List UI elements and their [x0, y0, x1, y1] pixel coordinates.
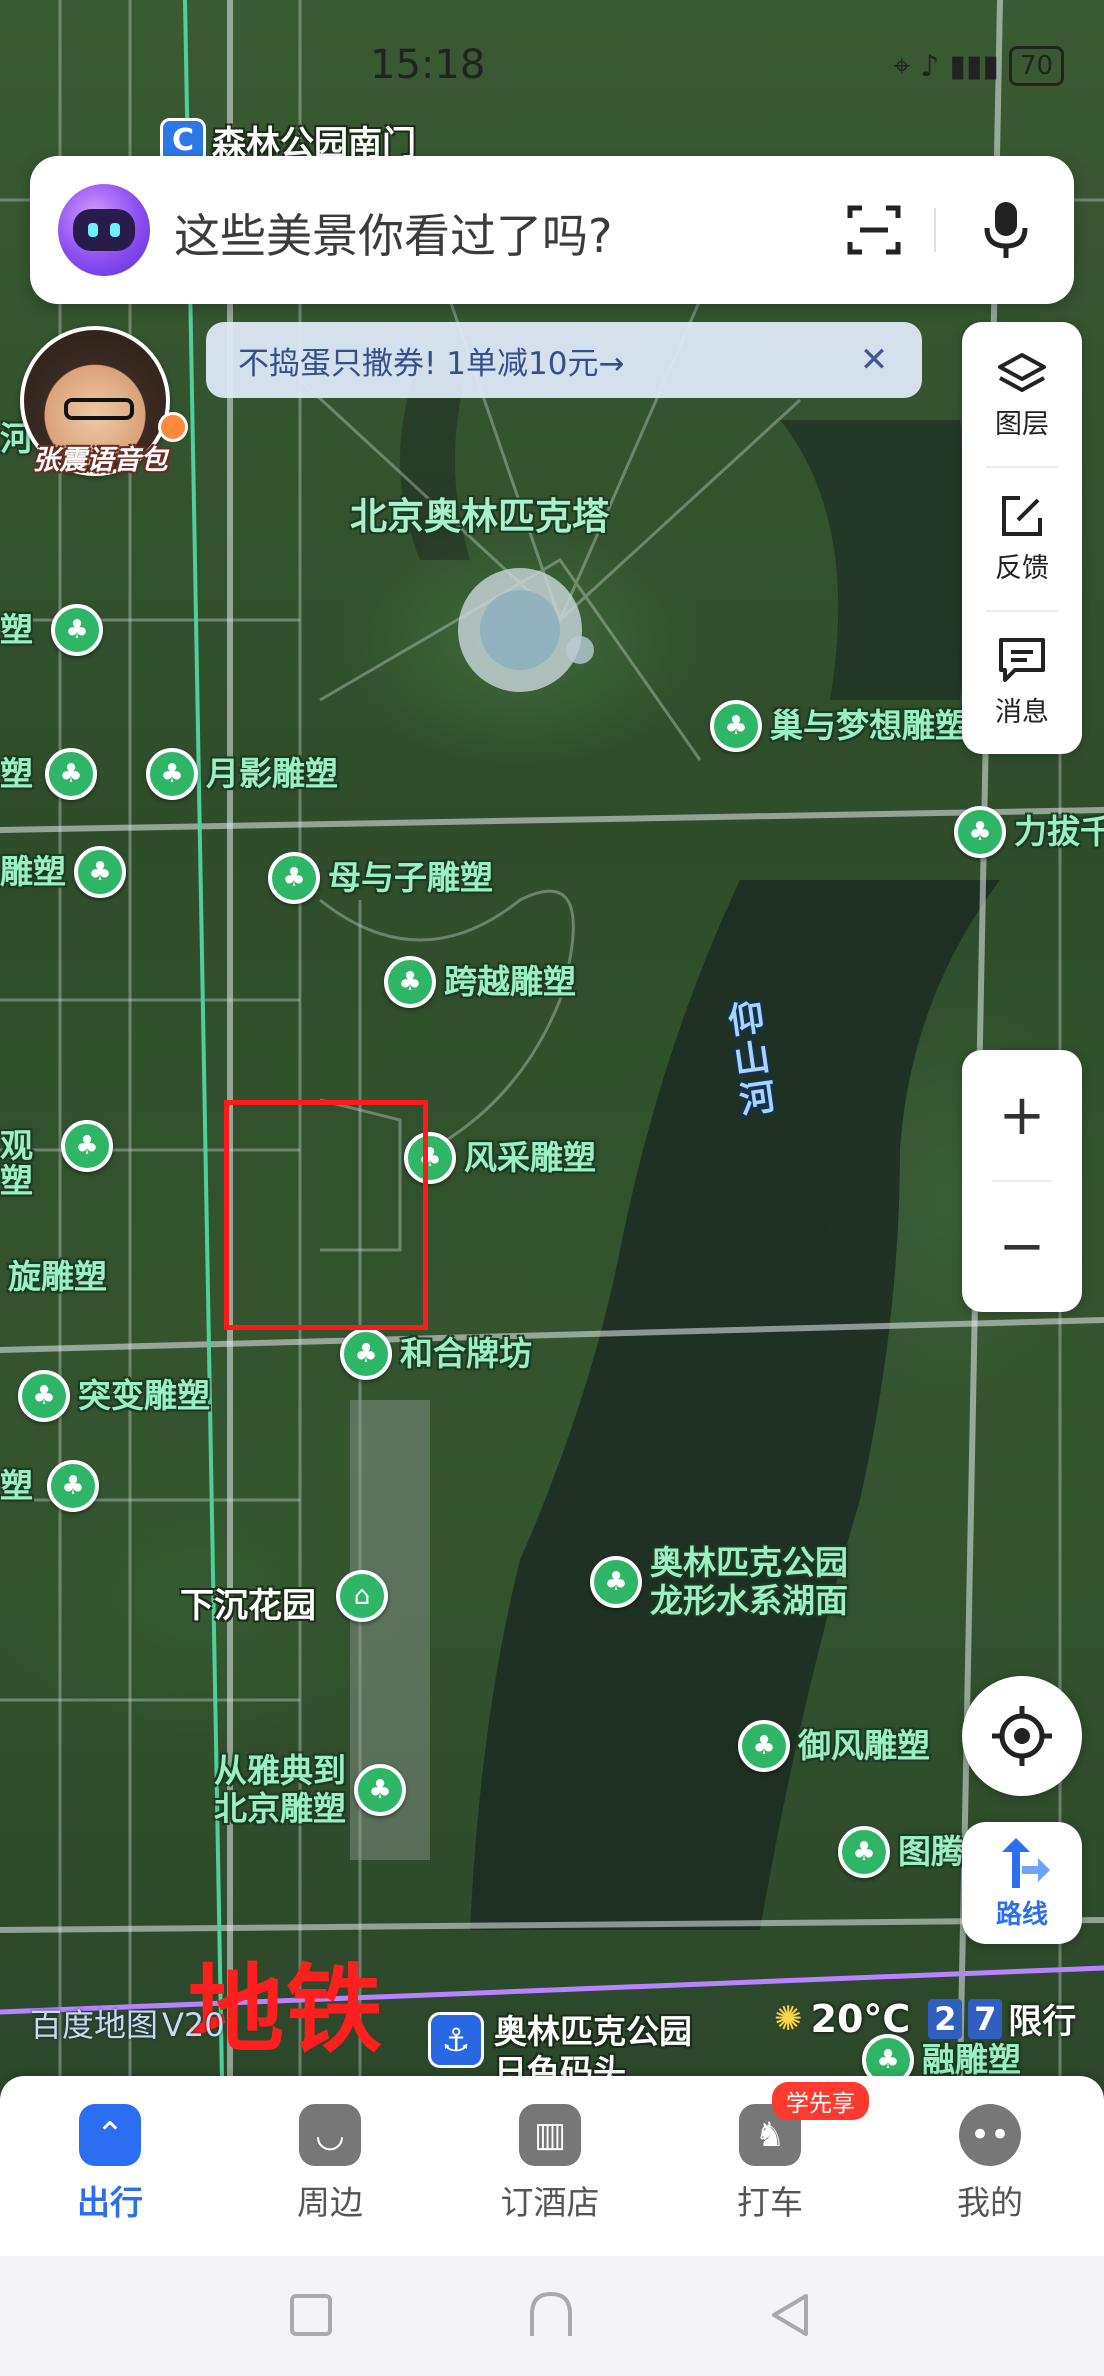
robot-icon [73, 209, 135, 251]
poi-li-ba[interactable]: ♣ 力拔千 [954, 806, 1104, 858]
recent-apps-icon[interactable] [286, 2290, 336, 2340]
locate-button[interactable] [962, 1676, 1082, 1796]
tree-icon: ♣ [738, 1720, 790, 1772]
microphone-icon [984, 202, 1028, 258]
poi-left-sculpture[interactable]: 雕塑 ♣ [0, 846, 126, 898]
route-arrow-icon [1002, 1837, 1050, 1888]
zoom-in-button[interactable]: + [962, 1050, 1082, 1181]
tree-icon: ♣ [590, 1555, 642, 1608]
hotel-icon: ▥ [519, 2104, 581, 2166]
poi-dragon-lake[interactable]: ♣ 奥林匹克公园 龙形水系湖面 [590, 1544, 848, 1620]
poi-harmony-arch[interactable]: ♣ 和合牌坊 [340, 1328, 532, 1380]
voice-pack-label: 张震语音包 [32, 445, 168, 476]
poi-pier[interactable]: ⚓ 奥林匹克公园 日色码头 [428, 2012, 692, 2080]
signal-icon: ▮▮▮ [949, 48, 999, 84]
poi-totem[interactable]: ♣ 图腾 [838, 1826, 964, 1878]
nav-hotel[interactable]: ▥ 订酒店 [470, 2104, 630, 2234]
nav-nearby[interactable]: ◡ 周边 [250, 2104, 410, 2234]
messages-button[interactable]: 消息 [962, 612, 1082, 752]
voice-pack-button[interactable]: 张震语音包 [20, 326, 188, 486]
status-icons: ⌖ ♪ ▮▮▮ 70 [893, 46, 1064, 86]
nearby-icon: ◡ [299, 2104, 361, 2166]
tree-icon: ♣ [354, 1763, 406, 1816]
profile-icon: •• [959, 2104, 1021, 2166]
weather-widget[interactable]: ✺ 20°C 2 7 限行 [774, 1994, 1076, 2043]
voice-search-button[interactable] [970, 194, 1042, 266]
tree-icon: ♣ [710, 700, 762, 752]
crosshair-icon [992, 1706, 1052, 1766]
poi-leap[interactable]: ♣ 跨越雕塑 [384, 956, 576, 1008]
back-icon[interactable] [766, 2290, 816, 2340]
poi-spin[interactable]: 旋雕塑 [8, 1258, 107, 1296]
promo-banner[interactable]: 不捣蛋只撒券! 1单减10元→ ✕ [206, 322, 922, 398]
park-icon: ⌂ [336, 1570, 388, 1622]
poi-wind-riding[interactable]: ♣ 御风雕塑 [738, 1720, 930, 1772]
mic-status-icon: ♪ [920, 48, 940, 84]
bottom-nav: ⌃ 出行 ◡ 周边 ▥ 订酒店 ♞ 打车 •• 我的 [0, 2076, 1104, 2256]
selection-box [224, 1100, 428, 1330]
location-icon: ⌖ [893, 48, 911, 84]
taxi-badge: 学先享 [772, 2082, 869, 2120]
close-icon[interactable]: ✕ [854, 340, 894, 380]
landmark-label[interactable]: 北京奥林匹克塔 [350, 486, 609, 540]
travel-icon: ⌃ [79, 2104, 141, 2166]
nav-taxi[interactable]: ♞ 打车 [690, 2104, 850, 2234]
sun-icon: ✺ [774, 1998, 803, 2039]
map-canvas[interactable]: 北京奥林匹克塔 仰山河 下沉花园 ⌂ ♣ 巢与梦想雕塑 ♣ 月影雕塑 ♣ 力拔千… [0, 0, 1104, 2080]
feedback-icon [1002, 495, 1042, 536]
layers-button[interactable]: 图层 [962, 326, 1082, 466]
poi-left-top[interactable]: 塑 ♣ [0, 604, 103, 656]
map-logo: 百度地图 V20 [30, 2006, 225, 2044]
zoom-control: + − [962, 1050, 1082, 1312]
map-tool-panel: 图层 反馈 消息 [962, 322, 1082, 754]
feedback-button[interactable]: 反馈 [962, 468, 1082, 608]
home-icon[interactable] [526, 2290, 576, 2340]
tree-icon: ♣ [838, 1826, 890, 1878]
layers-icon [998, 352, 1046, 392]
scan-button[interactable] [838, 194, 910, 266]
tree-icon: ♣ [18, 1370, 70, 1422]
tree-icon: ♣ [51, 604, 103, 656]
status-bar: 15:18 ⌖ ♪ ▮▮▮ 70 [0, 36, 1104, 96]
poi-mutation[interactable]: ♣ 突变雕塑 [18, 1370, 210, 1422]
tree-icon: ♣ [146, 748, 198, 800]
tree-icon: ♣ [61, 1120, 113, 1172]
poi-elegance[interactable]: ♣ 风采雕塑 [404, 1132, 596, 1184]
search-bar[interactable]: 这些美景你看过了吗? [30, 156, 1074, 304]
tree-icon: ♣ [340, 1328, 392, 1380]
poi-nest-dream[interactable]: ♣ 巢与梦想雕塑 [710, 700, 968, 752]
poi-left-mid[interactable]: 塑 ♣ [0, 748, 97, 800]
sunken-garden-pin[interactable]: ⌂ [336, 1570, 388, 1622]
nav-profile[interactable]: •• 我的 [910, 2104, 1070, 2234]
scan-icon [847, 205, 901, 255]
assistant-avatar[interactable] [58, 184, 150, 276]
poi-left-su[interactable]: 塑 ♣ [0, 1460, 99, 1512]
nav-travel[interactable]: ⌃ 出行 [30, 2104, 190, 2234]
poi-athens-beijing[interactable]: 从雅典到 北京雕塑 ♣ [214, 1752, 406, 1828]
route-button[interactable]: 路线 [962, 1822, 1082, 1944]
zoom-out-button[interactable]: − [962, 1181, 1082, 1312]
search-input[interactable]: 这些美景你看过了吗? [174, 200, 612, 266]
tree-icon: ♣ [268, 852, 320, 904]
tree-icon: ♣ [384, 956, 436, 1008]
tree-icon: ♣ [45, 748, 97, 800]
glasses-icon [64, 398, 134, 420]
promo-text: 不捣蛋只撒券! 1单减10元→ [238, 345, 625, 382]
edge-label: 塑 [0, 1161, 33, 1200]
sunken-garden-label[interactable]: 下沉花园 [180, 1578, 316, 1627]
status-time: 15:18 [370, 42, 486, 88]
system-nav-bar [0, 2256, 1104, 2376]
tree-icon: ♣ [954, 806, 1006, 858]
poi-mother-child[interactable]: ♣ 母与子雕塑 [268, 852, 493, 904]
tree-icon: ♣ [74, 846, 126, 898]
tree-icon: ♣ [47, 1460, 99, 1512]
message-icon [999, 637, 1045, 682]
traffic-limit: 2 7 限行 [928, 1994, 1076, 2043]
poi-moon-shadow[interactable]: ♣ 月影雕塑 [146, 748, 338, 800]
battery-icon: 70 [1008, 46, 1064, 86]
anchor-icon: ⚓ [428, 2012, 484, 2068]
map-roads-layer [0, 0, 1104, 2080]
search-divider [934, 208, 936, 252]
